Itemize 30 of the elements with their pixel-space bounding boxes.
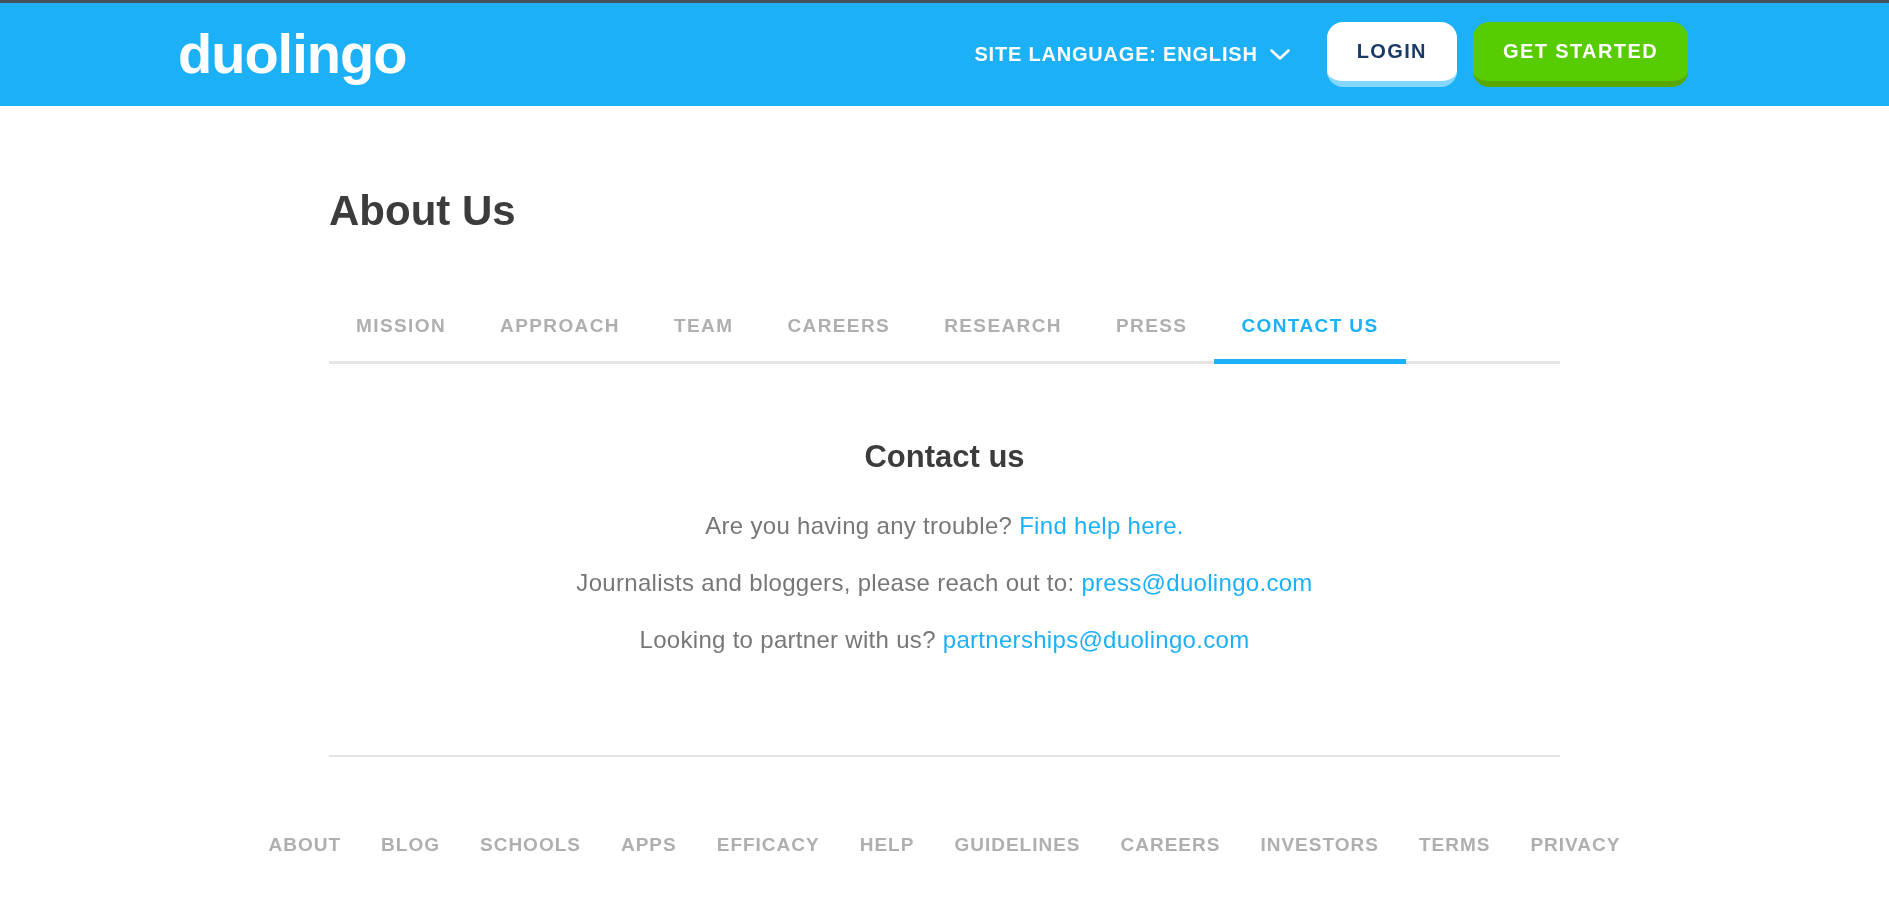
contact-link[interactable]: press@duolingo.com xyxy=(1081,569,1313,596)
tab[interactable]: CONTACT US xyxy=(1214,301,1406,364)
contact-text: Are you having any trouble? Find help here. xyxy=(704,511,1185,541)
footer-link[interactable]: HELP xyxy=(859,834,915,856)
contact-text: Journalists and bloggers, please reach out to: press@duolingo.com xyxy=(575,568,1314,598)
contact-text: Looking to partner with us? partnerships@duolingo.com xyxy=(638,625,1251,655)
contact-link[interactable]: Find help here. xyxy=(1019,512,1184,539)
page-title: About Us xyxy=(329,186,517,236)
site-language-dropdown[interactable]: SITE LANGUAGE: ENGLISH xyxy=(974,43,1290,66)
footer-link[interactable]: PRIVACY xyxy=(1530,834,1621,856)
login-button[interactable]: LOGIN xyxy=(1326,22,1457,87)
footer-link[interactable]: GUIDELINES xyxy=(954,834,1081,856)
tab[interactable]: CAREERS xyxy=(760,301,918,364)
footer-link[interactable]: APPS xyxy=(620,834,677,856)
footer-link[interactable]: SCHOOLS xyxy=(480,834,581,856)
tab[interactable]: PRESS xyxy=(1088,301,1215,364)
get-started-button[interactable]: GET STARTED xyxy=(1472,22,1688,87)
tab[interactable]: MISSION xyxy=(329,301,474,364)
tab[interactable]: TEAM xyxy=(646,301,761,364)
contact-link[interactable]: partnerships@duolingo.com xyxy=(942,626,1250,653)
footer-link[interactable]: EFFICACY xyxy=(716,834,820,856)
footer-link[interactable]: INVESTORS xyxy=(1260,834,1379,856)
chevron-down-icon xyxy=(1269,49,1290,60)
footer-link[interactable]: CAREERS xyxy=(1120,834,1221,856)
footer-link[interactable]: BLOG xyxy=(381,834,440,856)
tab[interactable]: APPROACH xyxy=(473,301,647,364)
tab[interactable]: RESEARCH xyxy=(917,301,1089,364)
contact-heading: Contact us xyxy=(863,439,1026,475)
footer-link[interactable]: ABOUT xyxy=(268,834,342,856)
footer-link[interactable]: TERMS xyxy=(1418,834,1491,856)
